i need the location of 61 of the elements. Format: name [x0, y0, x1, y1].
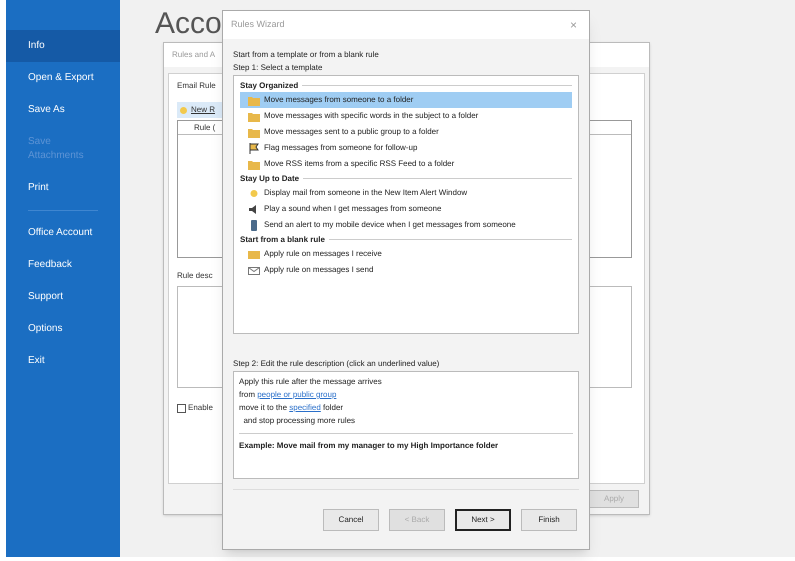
- column-header: Rule (: [194, 122, 216, 134]
- template-label: Apply rule on messages I receive: [264, 249, 382, 259]
- rule-description-label: Rule desc: [177, 270, 213, 282]
- dialog-button[interactable]: Cancel: [323, 508, 379, 530]
- intro-text: Start from a template or from a blank rule: [233, 49, 380, 60]
- enable-checkbox[interactable]: [177, 404, 186, 412]
- step-two-label: Step 2: Edit the rule description (click an underlined value): [233, 358, 440, 369]
- template-label: Move RSS items from a specific RSS Feed to a folder: [264, 159, 454, 169]
- sidebar-item[interactable]: Exit: [6, 345, 120, 377]
- template-item[interactable]: Move RSS items from a specific RSS Feed to a folder: [240, 156, 572, 172]
- folder-icon: [248, 94, 260, 106]
- template-item[interactable]: Play a sound when I get messages from someone: [240, 201, 572, 217]
- folder-icon: [248, 126, 260, 138]
- enable-label: Enable: [188, 402, 213, 414]
- sidebar-item[interactable]: Office Account: [6, 217, 120, 249]
- sun-icon: [179, 106, 188, 114]
- template-item[interactable]: Move messages with specific words in the subject to a folder: [240, 108, 572, 124]
- phone-icon: [248, 220, 260, 230]
- template-item[interactable]: Display mail from someone in the New Item Alert Window: [240, 185, 572, 201]
- step-one-label: Step 1: Select a template: [233, 62, 324, 73]
- group-header: Start from a blank rule: [240, 234, 325, 246]
- dialog-button[interactable]: Finish: [521, 508, 577, 530]
- dialog-title: Rules Wizard: [231, 18, 285, 32]
- template-item[interactable]: Apply rule on messages I receive: [240, 246, 572, 262]
- sun-icon: [248, 188, 260, 198]
- template-label: Move messages sent to a public group to a folder: [264, 127, 439, 137]
- sidebar-item[interactable]: Support: [6, 281, 120, 313]
- template-label: Display mail from someone in the New Item Alert Window: [264, 188, 468, 198]
- value-link[interactable]: people or public group: [257, 390, 336, 399]
- sidebar-item[interactable]: Print: [6, 172, 120, 204]
- description-line: move it to the specified folder: [239, 402, 344, 414]
- folder-icon: [248, 110, 260, 122]
- sidebar-item[interactable]: Save As: [6, 94, 120, 126]
- description-line: and stop processing more rules: [242, 415, 356, 427]
- page-heading: Acco: [155, 8, 222, 40]
- group-header: Stay Organized: [240, 80, 298, 92]
- template-label: Move messages from someone to a folder: [264, 95, 414, 105]
- folder-icon: [248, 158, 260, 170]
- value-link[interactable]: specified: [289, 403, 321, 412]
- dialog-title: Rules and A: [172, 49, 216, 61]
- description-line: Apply this rule after the message arrives: [239, 376, 383, 388]
- template-label: Send an alert to my mobile device when I get messages from someone: [264, 220, 516, 230]
- template-item[interactable]: Apply rule on messages I send: [240, 262, 572, 278]
- example-text: Example: Move mail from my manager to my High Importance folder: [239, 440, 500, 451]
- flag-icon: [248, 142, 260, 154]
- template-label: Apply rule on messages I send: [264, 265, 374, 275]
- template-label: Play a sound when I get messages from someone: [264, 204, 442, 214]
- dialog-button[interactable]: Next >: [455, 508, 511, 530]
- sidebar-item[interactable]: Feedback: [6, 249, 120, 281]
- description-line: from people or public group: [239, 389, 338, 401]
- template-label: Flag messages from someone for follow-up: [264, 143, 418, 153]
- email-rules-tab[interactable]: Email Rule: [177, 80, 216, 92]
- template-label: Move messages with specific words in the subject to a folder: [264, 111, 478, 121]
- group-header: Stay Up to Date: [240, 173, 300, 185]
- sidebar-item[interactable]: Info: [6, 30, 120, 62]
- template-item[interactable]: Flag messages from someone for follow-up: [240, 140, 572, 156]
- template-item[interactable]: Move messages from someone to a folder: [240, 92, 572, 108]
- sidebar-item[interactable]: Options: [6, 313, 120, 345]
- sidebar-item[interactable]: Open & Export: [6, 62, 120, 94]
- template-item[interactable]: Move messages sent to a public group to a folder: [240, 124, 572, 140]
- template-item[interactable]: Send an alert to my mobile device when I get messages from someone: [240, 217, 572, 233]
